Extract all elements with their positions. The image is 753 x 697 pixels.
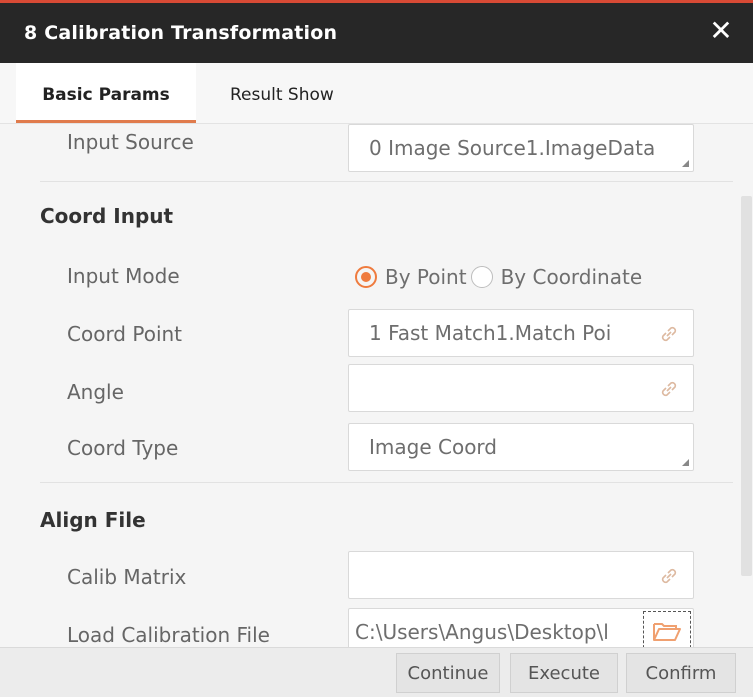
input-source-value: 0 Image Source1.ImageData (369, 136, 656, 160)
input-source-field[interactable]: 0 Image Source1.ImageData (348, 124, 694, 172)
params-panel: Input Source 0 Image Source1.ImageData C… (0, 124, 753, 647)
dropdown-corner-icon (682, 459, 689, 466)
section-title-align-file: Align File (40, 508, 146, 532)
link-icon[interactable] (657, 322, 681, 346)
confirm-button[interactable]: Confirm (626, 653, 736, 693)
dropdown-corner-icon (682, 160, 689, 167)
load-calibration-file-value: C:\Users\Angus\Desktop\l (355, 620, 609, 644)
close-icon[interactable]: ✕ (705, 15, 737, 47)
footer-bar: Continue Execute Confirm (0, 647, 753, 697)
coord-point-field[interactable]: 1 Fast Match1.Match Poi (348, 309, 694, 357)
title-bar: 8 Calibration Transformation ✕ (0, 3, 753, 63)
calib-matrix-label: Calib Matrix (67, 565, 187, 589)
calib-matrix-field[interactable] (348, 551, 694, 599)
input-source-label: Input Source (67, 130, 194, 154)
tab-basic-params[interactable]: Basic Params (16, 63, 196, 123)
link-icon[interactable] (657, 564, 681, 588)
window-title: 8 Calibration Transformation (24, 22, 338, 44)
input-mode-radio-group: By Point By Coordinate (355, 262, 646, 292)
load-calibration-file-label: Load Calibration File (67, 623, 270, 647)
section-title-coord-input: Coord Input (40, 204, 174, 228)
radio-by-point-label[interactable]: By Point (385, 265, 467, 289)
scrollbar[interactable] (741, 196, 752, 576)
execute-button[interactable]: Execute (510, 653, 618, 693)
input-mode-label: Input Mode (67, 264, 180, 288)
link-icon[interactable] (657, 377, 681, 401)
coord-type-label: Coord Type (67, 436, 179, 460)
coord-type-select[interactable]: Image Coord (348, 423, 694, 471)
radio-by-point[interactable] (355, 266, 377, 288)
coord-type-value: Image Coord (369, 435, 497, 459)
radio-by-coordinate-label[interactable]: By Coordinate (501, 265, 643, 289)
browse-folder-button[interactable] (643, 611, 691, 647)
coord-point-label: Coord Point (67, 322, 183, 346)
calibration-dialog: 8 Calibration Transformation ✕ Basic Par… (0, 0, 753, 697)
radio-by-coordinate[interactable] (470, 266, 493, 288)
divider (40, 181, 733, 182)
angle-field[interactable] (348, 364, 694, 412)
divider (40, 482, 733, 483)
angle-label: Angle (67, 380, 124, 404)
continue-button[interactable]: Continue (396, 653, 500, 693)
coord-point-value: 1 Fast Match1.Match Poi (369, 321, 612, 345)
tab-result-show[interactable]: Result Show (230, 63, 334, 123)
load-calibration-file-field[interactable]: C:\Users\Angus\Desktop\l (348, 608, 694, 647)
folder-icon (653, 623, 681, 641)
tab-bar: Basic Params Result Show (0, 63, 753, 124)
